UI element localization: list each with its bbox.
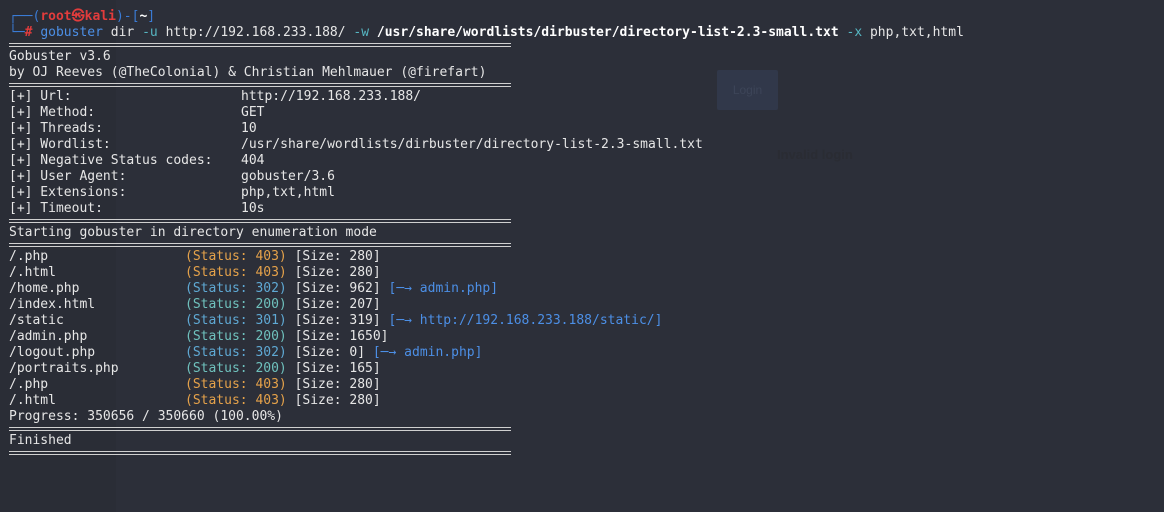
result-path: /static bbox=[9, 313, 64, 328]
results-list: /.php (Status: 403) [Size: 280] /.html (St… bbox=[9, 249, 1159, 409]
option-value: http://192.168.233.188/ bbox=[241, 89, 422, 104]
option-value: /usr/share/wordlists/dirbuster/directory… bbox=[241, 137, 703, 152]
result-status: (Status: 302) bbox=[185, 345, 287, 360]
result-status: (Status: 200) bbox=[185, 361, 287, 376]
result-path: /.html bbox=[9, 265, 56, 280]
result-row: /admin.php (Status: 200) [Size: 1650] bbox=[9, 329, 1159, 345]
result-redirect: [─→ admin.php] bbox=[388, 281, 499, 296]
result-row: /home.php (Status: 302) [Size: 962] [─→ a… bbox=[9, 281, 1159, 297]
result-status: (Status: 302) bbox=[185, 281, 287, 296]
command-line[interactable]: └─# gobuster dir -u http://192.168.233.1… bbox=[9, 25, 1159, 41]
result-path: /logout.php bbox=[9, 345, 96, 360]
banner-title: Gobuster v3.6 bbox=[9, 49, 111, 64]
option-row: [+] Negative Status codes: 404 bbox=[9, 153, 1159, 169]
option-row: [+] User Agent: gobuster/3.6 bbox=[9, 169, 1159, 185]
prompt-close: ] bbox=[147, 9, 156, 24]
options-list: [+] Url: http://192.168.233.188/ [+] Meth… bbox=[9, 89, 1159, 217]
result-path: /portraits.php bbox=[9, 361, 119, 376]
result-row: /index.html (Status: 200) [Size: 207] bbox=[9, 297, 1159, 313]
option-row: [+] Threads: 10 bbox=[9, 121, 1159, 137]
option-row: [+] Timeout: 10s bbox=[9, 201, 1159, 217]
result-row: /static (Status: 301) [Size: 319] [─→ htt… bbox=[9, 313, 1159, 329]
command-tool: gobuster bbox=[40, 25, 103, 40]
result-path: /.php bbox=[9, 377, 49, 392]
prompt-at-symbol: ㉿ bbox=[71, 9, 85, 24]
option-key: [+] Threads: bbox=[9, 121, 103, 136]
result-size: [Size: 962] bbox=[294, 281, 381, 296]
separator bbox=[9, 41, 1159, 49]
command-wordlist: /usr/share/wordlists/dirbuster/directory… bbox=[376, 25, 839, 40]
prompt-corner: └─ bbox=[9, 25, 25, 40]
option-row: [+] Url: http://192.168.233.188/ bbox=[9, 89, 1159, 105]
option-key: [+] Extensions: bbox=[9, 185, 127, 200]
option-row: [+] Wordlist: /usr/share/wordlists/dirbus… bbox=[9, 137, 1159, 153]
result-row: /.php (Status: 403) [Size: 280] bbox=[9, 249, 1159, 265]
separator bbox=[9, 425, 1159, 433]
prompt-open: ┌──( bbox=[9, 9, 41, 24]
option-value: gobuster/3.6 bbox=[241, 169, 335, 184]
option-key: [+] Timeout: bbox=[9, 201, 103, 216]
result-status: (Status: 301) bbox=[185, 313, 287, 328]
result-size: [Size: 280] bbox=[294, 249, 381, 264]
result-size: [Size: 0] bbox=[294, 345, 366, 360]
separator bbox=[9, 449, 1159, 457]
prompt-mid: )-[ bbox=[115, 9, 140, 24]
option-key: [+] Wordlist: bbox=[9, 137, 111, 152]
result-status: (Status: 403) bbox=[185, 265, 287, 280]
prompt-line-1: ┌──(root㉿kali)-[~] bbox=[9, 9, 1159, 25]
prompt-host: kali bbox=[84, 9, 116, 24]
result-row: /.html (Status: 403) [Size: 280] bbox=[9, 393, 1159, 409]
progress-line: Progress: 350656 / 350660 (100.00%) bbox=[9, 409, 283, 424]
result-row: /portraits.php (Status: 200) [Size: 165] bbox=[9, 361, 1159, 377]
terminal-output[interactable]: ┌──(root㉿kali)-[~] └─# gobuster dir -u h… bbox=[9, 9, 1159, 457]
prompt-user: root bbox=[40, 9, 72, 24]
result-status: (Status: 403) bbox=[185, 249, 287, 264]
result-row: /.php (Status: 403) [Size: 280] bbox=[9, 377, 1159, 393]
command-flag-x: -x bbox=[846, 25, 863, 40]
result-size: [Size: 207] bbox=[294, 297, 381, 312]
option-value: GET bbox=[241, 105, 265, 120]
command-mode: dir bbox=[110, 25, 135, 40]
result-path: /.php bbox=[9, 249, 49, 264]
result-status: (Status: 403) bbox=[185, 393, 287, 408]
result-path: /admin.php bbox=[9, 329, 88, 344]
option-row: [+] Method: GET bbox=[9, 105, 1159, 121]
finished-message: Finished bbox=[9, 433, 72, 448]
result-row: /logout.php (Status: 302) [Size: 0] [─→ a… bbox=[9, 345, 1159, 361]
result-size: [Size: 1650] bbox=[294, 329, 389, 344]
result-path: /index.html bbox=[9, 297, 96, 312]
result-status: (Status: 403) bbox=[185, 377, 287, 392]
result-size: [Size: 280] bbox=[294, 393, 381, 408]
option-key: [+] Url: bbox=[9, 89, 72, 104]
option-key: [+] Negative Status codes: bbox=[9, 153, 213, 168]
prompt-hash: # bbox=[24, 25, 33, 40]
result-row: /.html (Status: 403) [Size: 280] bbox=[9, 265, 1159, 281]
command-url: http://192.168.233.188/ bbox=[165, 25, 346, 40]
result-size: [Size: 165] bbox=[294, 361, 381, 376]
separator bbox=[9, 241, 1159, 249]
separator bbox=[9, 217, 1159, 225]
start-message: Starting gobuster in directory enumerati… bbox=[9, 225, 377, 240]
option-row: [+] Extensions: php,txt,html bbox=[9, 185, 1159, 201]
result-redirect: [─→ http://192.168.233.188/static/] bbox=[388, 313, 663, 328]
result-status: (Status: 200) bbox=[185, 329, 287, 344]
command-flag-u: -u bbox=[142, 25, 158, 40]
option-value: 404 bbox=[241, 153, 265, 168]
result-size: [Size: 280] bbox=[294, 377, 381, 392]
result-size: [Size: 280] bbox=[294, 265, 381, 280]
command-extensions: php,txt,html bbox=[869, 25, 964, 40]
separator bbox=[9, 81, 1159, 89]
option-value: php,txt,html bbox=[241, 185, 335, 200]
result-status: (Status: 200) bbox=[185, 297, 287, 312]
banner-authors: by OJ Reeves (@TheColonial) & Christian … bbox=[9, 65, 487, 80]
option-value: 10 bbox=[241, 121, 257, 136]
option-key: [+] Method: bbox=[9, 105, 96, 120]
result-redirect: [─→ admin.php] bbox=[372, 345, 483, 360]
result-path: /home.php bbox=[9, 281, 80, 296]
result-path: /.html bbox=[9, 393, 56, 408]
result-size: [Size: 319] bbox=[294, 313, 381, 328]
option-value: 10s bbox=[241, 201, 265, 216]
command-flag-w: -w bbox=[353, 25, 370, 40]
option-key: [+] User Agent: bbox=[9, 169, 127, 184]
